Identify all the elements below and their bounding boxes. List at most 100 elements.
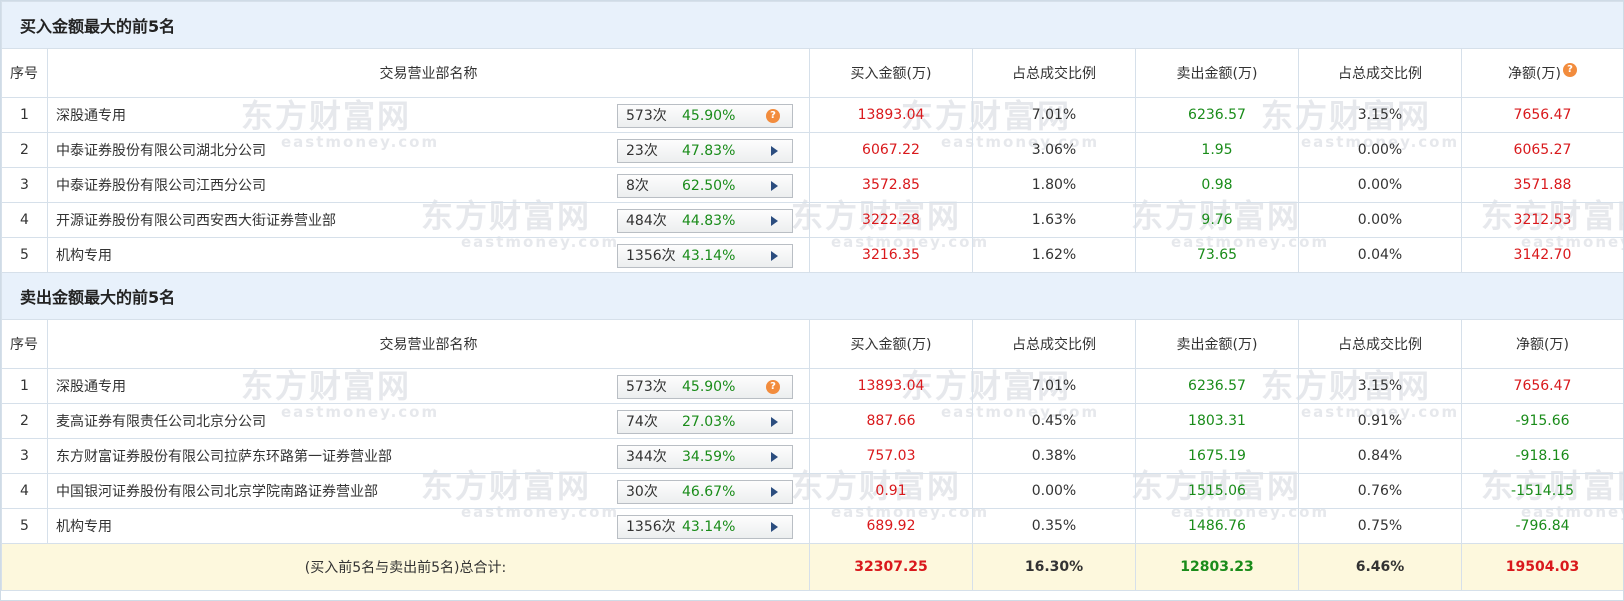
buy-ratio-cell: 0.00% (972, 473, 1136, 509)
arrow-right-icon[interactable] (771, 251, 778, 261)
rank-cell: 1 (1, 97, 48, 133)
net-amount-cell: 3142.70 (1460, 237, 1623, 273)
broker-cell: 机构专用 1356次 43.14% (47, 508, 810, 544)
broker-stats-toggle[interactable]: 8次 62.50% (617, 174, 793, 198)
buy-amount-cell: 13893.04 (809, 97, 973, 133)
col-buy-amount-header: 买入金额(万) (809, 48, 973, 98)
win-rate: 43.14% (682, 248, 736, 264)
broker-cell: 深股通专用 573次 45.90%? (47, 97, 810, 133)
dragon-tiger-table: 买入金额最大的前5名 序号 交易营业部名称 买入金额(万) 占总成交比例 卖出金… (1, 1, 1623, 591)
dragon-tiger-list-panel: 东方财富网 eastmoney.com 东方财富网 eastmoney.com 东方… (0, 0, 1624, 601)
win-rate: 62.50% (682, 178, 736, 194)
sell-amount-cell: 1.95 (1135, 132, 1299, 168)
sell-ratio-cell: 0.00% (1298, 167, 1462, 203)
broker-cell: 深股通专用 573次 45.90%? (47, 368, 810, 404)
col-sell-amount-header: 卖出金额(万) (1135, 319, 1299, 369)
broker-stats-toggle[interactable]: 1356次 43.14% (617, 244, 793, 268)
broker-name: 中国银河证券股份有限公司北京学院南路证券营业部 (56, 484, 378, 500)
net-amount-cell: 3212.53 (1460, 202, 1623, 238)
arrow-right-icon[interactable] (771, 522, 778, 532)
listing-count: 1356次 (626, 248, 676, 264)
broker-name: 中泰证券股份有限公司湖北分公司 (56, 143, 266, 159)
table-row: 3 东方财富证券股份有限公司拉萨东环路第一证券营业部 344次 34.59% 757.0… (1, 438, 1623, 474)
win-rate: 44.83% (682, 213, 736, 229)
total-sell-amount: 12803.23 (1135, 543, 1299, 591)
sell-ratio-cell: 0.84% (1298, 438, 1462, 474)
col-buy-amount-header: 买入金额(万) (809, 319, 973, 369)
sell-amount-cell: 73.65 (1135, 237, 1299, 273)
broker-cell: 机构专用 1356次 43.14% (47, 237, 810, 273)
rank-cell: 2 (1, 132, 48, 168)
buy-ratio-cell: 0.45% (972, 403, 1136, 439)
total-label: (买入前5名与卖出前5名)总合计: (1, 543, 810, 591)
win-rate: 34.59% (682, 449, 736, 465)
buy-amount-cell: 6067.22 (809, 132, 973, 168)
broker-stats-toggle[interactable]: 1356次 43.14% (617, 515, 793, 539)
broker-name: 深股通专用 (56, 379, 126, 395)
help-icon[interactable]: ? (1562, 63, 1577, 77)
broker-stats-toggle[interactable]: 30次 46.67% (617, 480, 793, 504)
broker-name: 机构专用 (56, 248, 112, 264)
rank-cell: 5 (1, 508, 48, 544)
listing-count: 1356次 (626, 519, 676, 535)
question-icon[interactable]: ? (766, 109, 780, 123)
buy-ratio-cell: 1.62% (972, 237, 1136, 273)
buy-amount-cell: 3572.85 (809, 167, 973, 203)
sell-amount-cell: 6236.57 (1135, 368, 1299, 404)
buy-amount-cell: 3216.35 (809, 237, 973, 273)
rank-cell: 3 (1, 167, 48, 203)
rank-cell: 2 (1, 403, 48, 439)
table-row: 4 开源证券股份有限公司西安西大街证券营业部 484次 44.83% 3222.28 1.… (1, 202, 1623, 238)
rank-cell: 3 (1, 438, 48, 474)
broker-cell: 中泰证券股份有限公司湖北分公司 23次 47.83% (47, 132, 810, 168)
win-rate: 46.67% (682, 484, 736, 500)
col-rank-header: 序号 (1, 48, 48, 98)
listing-count: 74次 (626, 414, 658, 430)
question-icon[interactable]: ? (766, 380, 780, 394)
table-row: 3 中泰证券股份有限公司江西分公司 8次 62.50% 3572.85 1.80% 0.98… (1, 167, 1623, 203)
table-row: 2 麦高证券有限责任公司北京分公司 74次 27.03% 887.66 0.45% 1803… (1, 403, 1623, 439)
col-buy-ratio-header: 占总成交比例 (972, 48, 1136, 98)
sell-amount-cell: 1515.06 (1135, 473, 1299, 509)
total-net-amount: 19504.03 (1460, 543, 1623, 591)
col-net-header: 净额(万)? (1460, 48, 1623, 98)
col-broker-header: 交易营业部名称 (47, 48, 810, 98)
broker-cell: 开源证券股份有限公司西安西大街证券营业部 484次 44.83% (47, 202, 810, 238)
net-amount-cell: -1514.15 (1460, 473, 1623, 509)
listing-count: 23次 (626, 143, 658, 159)
win-rate: 45.90% (682, 379, 736, 395)
broker-stats-toggle[interactable]: 573次 45.90%? (617, 375, 793, 399)
net-amount-cell: -918.16 (1460, 438, 1623, 474)
arrow-right-icon[interactable] (771, 417, 778, 427)
broker-name: 中泰证券股份有限公司江西分公司 (56, 178, 266, 194)
arrow-right-icon[interactable] (771, 452, 778, 462)
column-header-row: 序号 交易营业部名称 买入金额(万) 占总成交比例 卖出金额(万) 占总成交比例… (1, 48, 1623, 98)
broker-cell: 中泰证券股份有限公司江西分公司 8次 62.50% (47, 167, 810, 203)
arrow-right-icon[interactable] (771, 146, 778, 156)
broker-stats-toggle[interactable]: 74次 27.03% (617, 410, 793, 434)
broker-stats-toggle[interactable]: 23次 47.83% (617, 139, 793, 163)
section-title: 卖出金额最大的前5名 (1, 272, 1623, 320)
broker-stats-toggle[interactable]: 484次 44.83% (617, 209, 793, 233)
net-amount-cell: -796.84 (1460, 508, 1623, 544)
sell-ratio-cell: 0.76% (1298, 473, 1462, 509)
col-sell-amount-header: 卖出金额(万) (1135, 48, 1299, 98)
arrow-right-icon[interactable] (771, 487, 778, 497)
total-buy-amount: 32307.25 (809, 543, 973, 591)
broker-name: 东方财富证券股份有限公司拉萨东环路第一证券营业部 (56, 449, 392, 465)
buy-amount-cell: 757.03 (809, 438, 973, 474)
buy-amount-cell: 689.92 (809, 508, 973, 544)
buy-amount-cell: 887.66 (809, 403, 973, 439)
broker-stats-toggle[interactable]: 573次 45.90%? (617, 104, 793, 128)
arrow-right-icon[interactable] (771, 216, 778, 226)
section-title: 买入金额最大的前5名 (1, 1, 1623, 49)
broker-name: 深股通专用 (56, 108, 126, 124)
broker-stats-toggle[interactable]: 344次 34.59% (617, 445, 793, 469)
broker-name: 开源证券股份有限公司西安西大街证券营业部 (56, 213, 336, 229)
column-header-row: 序号 交易营业部名称 买入金额(万) 占总成交比例 卖出金额(万) 占总成交比例… (1, 319, 1623, 369)
sell-section-header: 卖出金额最大的前5名 (1, 272, 1623, 320)
buy-ratio-cell: 0.38% (972, 438, 1136, 474)
table-row: 4 中国银河证券股份有限公司北京学院南路证券营业部 30次 46.67% 0.91 0.0… (1, 473, 1623, 509)
buy-ratio-cell: 7.01% (972, 368, 1136, 404)
arrow-right-icon[interactable] (771, 181, 778, 191)
